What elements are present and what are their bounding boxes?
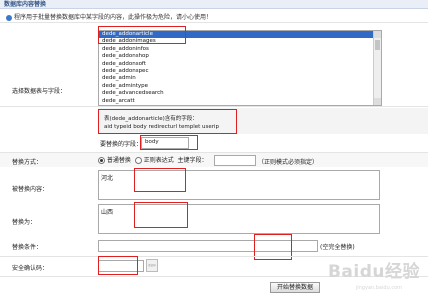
table-option[interactable]: dede_addoninfos xyxy=(99,46,381,53)
table-option[interactable]: dede_addonshop xyxy=(99,53,381,60)
listbox-scrollbar[interactable] xyxy=(373,31,381,105)
scroll-up-icon[interactable] xyxy=(374,31,381,38)
captcha-image-text: 验证码 xyxy=(148,264,156,267)
baidu-watermark: Baidu经验 xyxy=(327,262,420,282)
scroll-thumb[interactable] xyxy=(375,40,380,50)
radio-normal[interactable] xyxy=(98,157,105,164)
warning-notice: 程序用于批量替换数据库中某字段的内容，此操作极为危险，请小心使用！ xyxy=(6,12,212,21)
replace-field-label: 要替换的字段： xyxy=(100,141,143,148)
start-replace-button[interactable]: 开始替换数据 xyxy=(270,282,320,293)
table-option[interactable]: dede_addonspec xyxy=(99,68,381,75)
highlight-box xyxy=(140,135,198,150)
search-content-label: 被替换内容： xyxy=(12,186,49,193)
highlight-box xyxy=(98,109,237,134)
condition-label: 替换条件： xyxy=(12,244,43,251)
condition-hint: (空完全替换) xyxy=(320,244,355,251)
radio-regex[interactable] xyxy=(134,157,142,164)
replace-mode-label: 替换方式： xyxy=(12,159,43,166)
highlight-box xyxy=(98,26,186,44)
primary-key-label: 主键字段： xyxy=(177,157,208,164)
table-option[interactable]: dede_admin xyxy=(99,75,381,82)
highlight-box xyxy=(134,202,188,228)
radio-regex-label: 正则表达式 xyxy=(143,157,174,164)
scroll-down-icon[interactable] xyxy=(374,98,381,105)
table-option[interactable]: dede_arcatt xyxy=(99,98,381,105)
radio-normal-label: 普通替换 xyxy=(106,157,131,164)
info-icon xyxy=(6,14,12,21)
table-option[interactable]: dede_admintype xyxy=(99,83,381,90)
replace-mode-options: 普通替换 正则表达式 主键字段： xyxy=(98,155,208,164)
notice-text: 程序用于批量替换数据库中某字段的内容，此操作极为危险，请小心使用！ xyxy=(14,14,213,21)
highlight-box xyxy=(98,256,138,275)
captcha-label: 安全确认码： xyxy=(12,265,49,272)
page-title: 数据库内容替换 xyxy=(4,1,47,8)
captcha-image[interactable]: 验证码 xyxy=(146,259,158,272)
replace-with-label: 替换为： xyxy=(12,219,37,226)
divider xyxy=(0,22,428,23)
regex-hint: （正则模式必须指定） xyxy=(258,159,319,166)
table-option[interactable]: dede_advancedsearch xyxy=(99,90,381,97)
table-select-label: 选择数据表与字段： xyxy=(12,88,67,95)
replace-with-value: 山西 xyxy=(101,209,114,216)
page-header: 数据库内容替换 xyxy=(0,0,428,9)
primary-key-input[interactable] xyxy=(214,155,256,166)
highlight-box xyxy=(134,168,186,192)
table-option[interactable]: dede_addonsoft xyxy=(99,61,381,68)
baidu-watermark-sub: jingyan.baidu.com xyxy=(355,285,402,291)
search-content-value: 河北 xyxy=(101,175,114,182)
divider xyxy=(0,106,428,107)
